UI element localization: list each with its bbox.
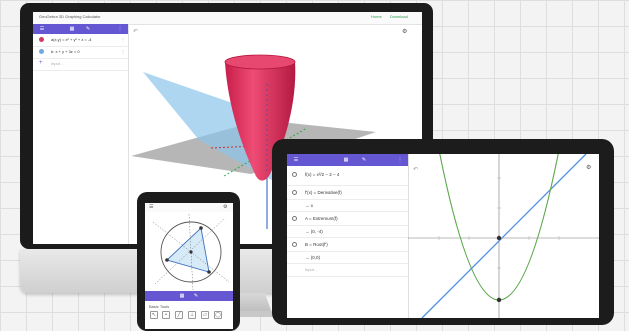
phone-geometry-view[interactable]	[145, 212, 233, 291]
algebra-input[interactable]: Input…	[51, 61, 64, 66]
paraboloid-rim	[224, 54, 296, 70]
algebra-expression: B = Root(f')	[305, 242, 328, 247]
phone-toolbar: ↖ • ╱ ⊥ ▱ ◯	[148, 311, 230, 321]
algebra-input[interactable]: Input…	[305, 267, 318, 272]
tablet-algebra-row-fprime[interactable]: f'(x) = Derivative(f)	[287, 186, 408, 200]
tablet-input-row[interactable]: Input…	[287, 264, 408, 277]
visibility-toggle-icon[interactable]	[39, 37, 44, 42]
segment-tool-icon[interactable]: ╱	[175, 311, 183, 319]
algebra-view-icon[interactable]: ▦	[69, 26, 75, 32]
visibility-toggle-icon[interactable]	[292, 216, 297, 221]
settings-icon[interactable]: ⚙	[223, 204, 227, 210]
point-root	[496, 235, 502, 241]
phone-top-bar: ☰ ⚙	[145, 203, 233, 212]
visibility-toggle-icon[interactable]	[292, 190, 297, 195]
tablet-algebra-row-B[interactable]: B = Root(f')	[287, 238, 408, 252]
tablet-output-row: → (0,0)	[287, 252, 408, 264]
algebra-header: ☰ ▦ ✎ ⋮	[33, 24, 128, 34]
tablet-algebra-panel: ☰ ▦ ✎ ⋮ f(x) = x²/2 − 2 − 4 f'(x) = Deri…	[287, 154, 409, 318]
tools-icon[interactable]: ✎	[361, 157, 367, 163]
perpendicular-tool-icon[interactable]: ⊥	[188, 311, 196, 319]
algebra-output: → (0,0)	[305, 255, 321, 260]
tools-icon[interactable]: ✎	[85, 26, 91, 32]
tablet-graphics-view[interactable]	[408, 154, 599, 318]
algebra-expression: b: x + y + 3z = 0	[51, 49, 80, 54]
tools-label: Basic Tools	[149, 304, 170, 309]
menu-icon[interactable]: ☰	[39, 26, 45, 32]
add-icon[interactable]: +	[39, 60, 43, 66]
row-menu-icon[interactable]: ⋮	[121, 49, 125, 54]
tablet-algebra-row-f[interactable]: f(x) = x²/2 − 2 − 4	[287, 166, 408, 186]
download-link[interactable]: Download	[390, 14, 408, 19]
tablet-output-row: → (0, -4)	[287, 226, 408, 238]
algebra-view-icon[interactable]: ▦	[343, 157, 349, 163]
polygon-tool-icon[interactable]: ▱	[201, 311, 209, 319]
tablet-output-row: → x	[287, 200, 408, 212]
tools-icon[interactable]: ✎	[193, 293, 199, 299]
more-icon[interactable]: ⋮	[397, 157, 403, 163]
phone-bottom-bar: ▦ ✎	[145, 291, 233, 301]
phone-screen: ☰ ⚙ ▦ ✎ Basic Tools ↖ • ╱ ⊥ ▱ ◯	[145, 203, 233, 329]
tablet-algebra-row-A[interactable]: A = Extremum(f)	[287, 212, 408, 226]
home-link[interactable]: Home	[371, 14, 382, 19]
move-tool-icon[interactable]: ↖	[150, 311, 158, 319]
visibility-toggle-icon[interactable]	[292, 242, 297, 247]
row-menu-icon[interactable]: ⋮	[121, 37, 125, 42]
visibility-toggle-icon[interactable]	[292, 172, 297, 177]
algebra-input-row[interactable]: + Input…	[33, 58, 128, 71]
algebra-view-icon[interactable]: ▦	[179, 293, 185, 299]
algebra-expression: a(x,y) = x² + y² + z = -4	[51, 37, 92, 42]
algebra-panel: ☰ ▦ ✎ ⋮ a(x,y) = x² + y² + z = -4 ⋮ b: x…	[33, 24, 129, 244]
point-extremum	[496, 297, 502, 303]
triangle	[166, 227, 210, 273]
algebra-expression: A = Extremum(f)	[305, 216, 338, 221]
derivative-line	[421, 154, 587, 318]
tablet-screen: ☰ ▦ ✎ ⋮ f(x) = x²/2 − 2 − 4 f'(x) = Deri…	[287, 154, 599, 318]
algebra-output: → x	[305, 203, 314, 208]
point-tool-icon[interactable]: •	[162, 311, 170, 319]
circle-tool-icon[interactable]: ◯	[214, 311, 222, 319]
menu-icon[interactable]: ☰	[149, 204, 153, 210]
more-icon[interactable]: ⋮	[117, 26, 123, 32]
visibility-toggle-icon[interactable]	[39, 49, 44, 54]
algebra-expression: f(x) = x²/2 − 2 − 4	[305, 172, 340, 177]
menu-icon[interactable]: ☰	[293, 157, 299, 163]
algebra-expression: f'(x) = Derivative(f)	[305, 190, 342, 195]
app-title: GeoGebra 3D Graphing Calculator	[39, 14, 101, 19]
algebra-output: → (0, -4)	[305, 229, 323, 234]
tablet-algebra-header: ☰ ▦ ✎ ⋮	[287, 154, 408, 166]
